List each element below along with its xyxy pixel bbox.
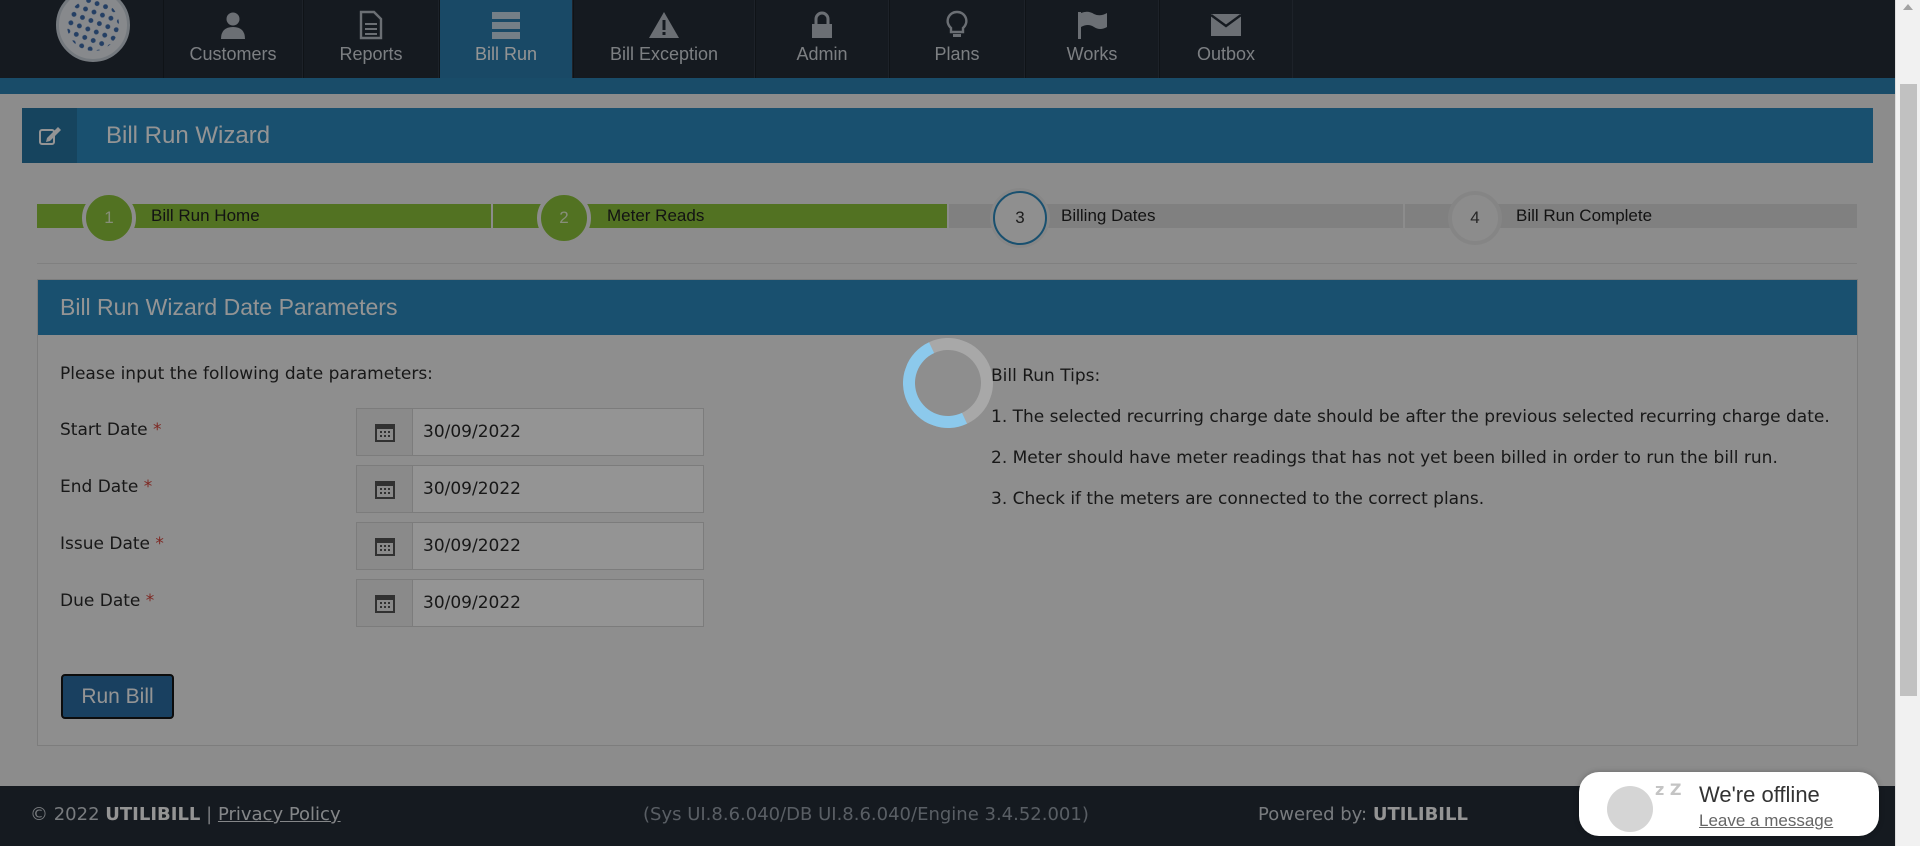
- version-info: (Sys UI.8.6.040/DB UI.8.6.040/Engine 3.4…: [643, 804, 1089, 825]
- edit-icon: [22, 108, 77, 163]
- main-nav: Customers Reports Bill Run Bill Exceptio…: [163, 0, 1293, 78]
- nav-label: Bill Exception: [609, 44, 719, 64]
- start-date-value[interactable]: 30/09/2022: [413, 409, 521, 455]
- step-1-number[interactable]: 1: [82, 191, 136, 245]
- required-mark: *: [143, 477, 153, 497]
- field-label-text: Start Date: [60, 420, 148, 440]
- end-date-field[interactable]: 30/09/2022: [356, 465, 704, 513]
- warning-icon: [648, 0, 680, 44]
- field-label-text: End Date: [60, 477, 139, 497]
- required-mark: *: [155, 534, 164, 554]
- step-4-number[interactable]: 4: [1448, 191, 1502, 245]
- powered-by-label: Powered by:: [1258, 804, 1368, 825]
- page-scrollbar[interactable]: [1895, 0, 1920, 846]
- chat-status: We're offline: [1699, 782, 1820, 807]
- start-date-field[interactable]: 30/09/2022: [356, 408, 704, 456]
- nav-label: Bill Run: [474, 44, 538, 64]
- calendar-icon[interactable]: [357, 523, 413, 569]
- tips-heading: Bill Run Tips:: [991, 366, 1101, 386]
- required-mark: *: [152, 420, 162, 440]
- nav-label: Plans: [934, 44, 980, 64]
- sleep-z-icon: z Z: [1655, 780, 1682, 799]
- nav-item-admin[interactable]: Admin: [755, 0, 889, 78]
- step-2-number[interactable]: 2: [537, 191, 591, 245]
- lock-icon: [810, 0, 834, 44]
- copyright-text: © 2022: [30, 804, 100, 825]
- date-parameters-intro: Please input the following date paramete…: [60, 364, 433, 384]
- nav-item-bill-run[interactable]: Bill Run: [439, 0, 573, 78]
- calendar-icon[interactable]: [357, 580, 413, 626]
- sleeping-face-icon: [1607, 786, 1653, 832]
- step-3-number[interactable]: 3: [993, 191, 1047, 245]
- field-label-text: Issue Date: [60, 534, 150, 554]
- steps-divider: [37, 263, 1857, 264]
- tip-item: 3. Check if the meters are connected to …: [991, 489, 1485, 509]
- issue-date-field[interactable]: 30/09/2022: [356, 522, 704, 570]
- nav-item-reports[interactable]: Reports: [303, 0, 439, 78]
- nav-label: Outbox: [1196, 44, 1256, 64]
- run-bill-button[interactable]: Run Bill: [61, 674, 174, 719]
- footer-brand: UTILIBILL: [105, 804, 201, 825]
- nav-item-bill-exception[interactable]: Bill Exception: [573, 0, 755, 78]
- required-mark: *: [145, 591, 155, 611]
- step-3-label[interactable]: Billing Dates: [1061, 206, 1156, 226]
- file-icon: [359, 0, 383, 44]
- end-date-label: End Date *: [60, 477, 152, 497]
- end-date-value[interactable]: 30/09/2022: [413, 466, 521, 512]
- privacy-policy-link[interactable]: Privacy Policy: [218, 804, 341, 825]
- powered-by: Powered by: UTILIBILL: [1258, 804, 1468, 825]
- envelope-icon: [1210, 0, 1242, 44]
- field-label-text: Due Date: [60, 591, 141, 611]
- nav-accent-bar: [0, 78, 1895, 94]
- nav-item-works[interactable]: Works: [1025, 0, 1159, 78]
- start-date-label: Start Date *: [60, 420, 161, 440]
- wizard-steps: 1 Bill Run Home 2 Meter Reads 3 Billing …: [37, 191, 1857, 245]
- nav-item-customers[interactable]: Customers: [163, 0, 303, 78]
- wizard-title: Bill Run Wizard: [106, 122, 271, 149]
- lightbulb-icon: [946, 0, 968, 44]
- top-navbar: Customers Reports Bill Run Bill Exceptio…: [0, 0, 1895, 94]
- nav-label: Admin: [796, 44, 848, 64]
- bill-run-tips: Bill Run Tips: 1. The selected recurring…: [991, 364, 1841, 528]
- nav-item-outbox[interactable]: Outbox: [1159, 0, 1293, 78]
- scroll-up-arrow-icon[interactable]: [1903, 4, 1913, 10]
- nav-label: Reports: [339, 44, 403, 64]
- chat-widget[interactable]: z Z We're offline Leave a message: [1579, 772, 1879, 836]
- nav-label: Customers: [189, 44, 277, 64]
- due-date-label: Due Date *: [60, 591, 154, 611]
- step-2-label[interactable]: Meter Reads: [607, 206, 704, 226]
- powered-by-brand: UTILIBILL: [1372, 804, 1468, 825]
- nav-item-plans[interactable]: Plans: [889, 0, 1025, 78]
- issue-date-label: Issue Date *: [60, 534, 164, 554]
- due-date-value[interactable]: 30/09/2022: [413, 580, 521, 626]
- flag-icon: [1076, 0, 1108, 44]
- date-parameters-title: Bill Run Wizard Date Parameters: [38, 280, 1857, 335]
- scrollbar-thumb[interactable]: [1900, 84, 1917, 696]
- user-icon: [220, 0, 246, 44]
- tip-item: 2. Meter should have meter readings that…: [991, 448, 1778, 468]
- tip-item: 1. The selected recurring charge date sh…: [991, 407, 1830, 427]
- due-date-field[interactable]: 30/09/2022: [356, 579, 704, 627]
- step-4-label[interactable]: Bill Run Complete: [1516, 206, 1652, 226]
- nav-label: Works: [1066, 44, 1118, 64]
- app-logo[interactable]: [56, 0, 130, 62]
- calendar-icon[interactable]: [357, 466, 413, 512]
- calendar-icon[interactable]: [357, 409, 413, 455]
- issue-date-value[interactable]: 30/09/2022: [413, 523, 521, 569]
- leave-message-link[interactable]: Leave a message: [1699, 811, 1833, 831]
- footer-copyright: © 2022 UTILIBILL | Privacy Policy: [30, 804, 341, 825]
- footer-separator: |: [206, 804, 213, 825]
- wizard-header: Bill Run Wizard: [22, 108, 1873, 163]
- server-icon: [491, 0, 521, 44]
- step-1-label[interactable]: Bill Run Home: [151, 206, 260, 226]
